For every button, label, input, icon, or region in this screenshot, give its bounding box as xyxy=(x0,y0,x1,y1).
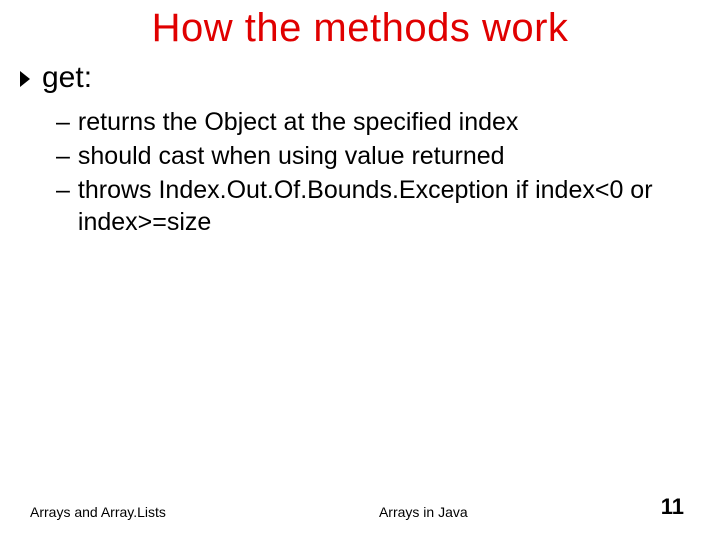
dash-icon: – xyxy=(56,174,70,238)
slide-body: get: – returns the Object at the specifi… xyxy=(0,51,720,238)
bullet-level2-text: returns the Object at the specified inde… xyxy=(78,106,700,138)
bullet-level2-item: – should cast when using value returned xyxy=(56,140,700,172)
bullet-level1: get: xyxy=(20,61,700,96)
page-number: 11 xyxy=(661,494,720,520)
footer-left: Arrays and Array.Lists xyxy=(0,504,166,520)
slide-title: How the methods work xyxy=(0,0,720,51)
dash-icon: – xyxy=(56,106,70,138)
bullet-level1-text: get: xyxy=(42,61,92,96)
bullet-level2-text: should cast when using value returned xyxy=(78,140,700,172)
footer-center: Arrays in Java xyxy=(166,504,661,520)
bullet-level2-list: – returns the Object at the specified in… xyxy=(20,106,700,238)
slide: How the methods work get: – returns the … xyxy=(0,0,720,540)
bullet-level2-item: – returns the Object at the specified in… xyxy=(56,106,700,138)
bullet-level2-text: throws Index.Out.Of.Bounds.Exception if … xyxy=(78,174,700,238)
dash-icon: – xyxy=(56,140,70,172)
footer: Arrays and Array.Lists Arrays in Java 11 xyxy=(0,494,720,520)
bullet-level2-item: – throws Index.Out.Of.Bounds.Exception i… xyxy=(56,174,700,238)
arrow-icon xyxy=(20,71,34,87)
